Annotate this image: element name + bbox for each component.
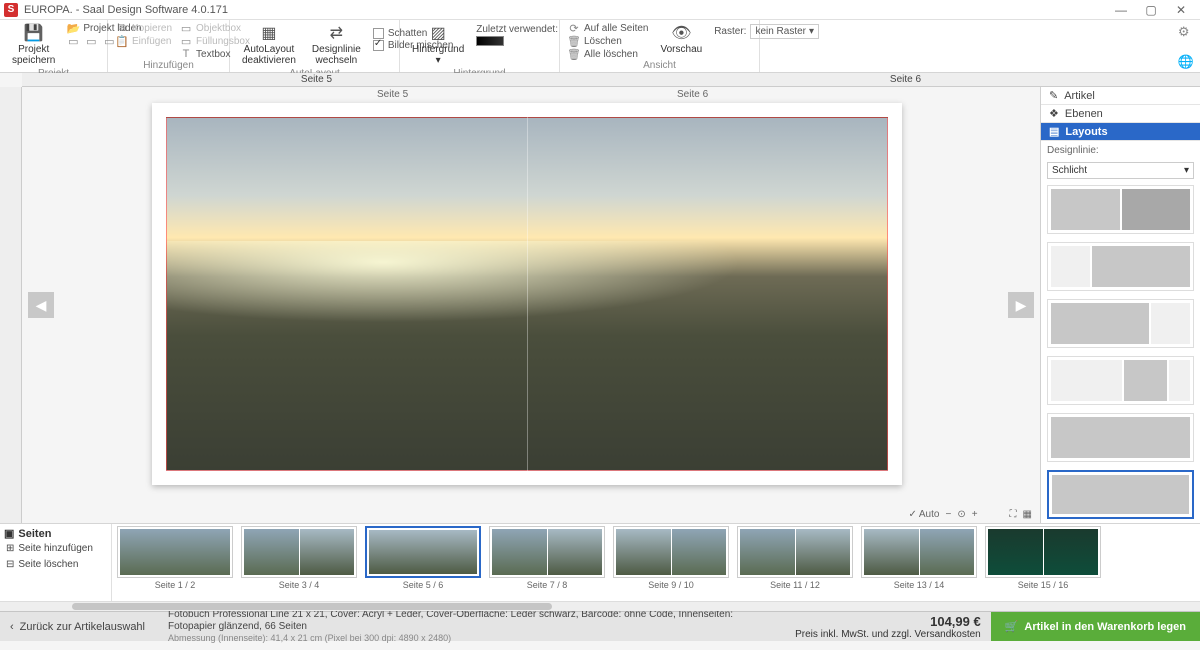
chevron-down-icon: ▾: [809, 26, 814, 37]
layout-option[interactable]: [1047, 413, 1194, 462]
text-icon: T: [180, 48, 192, 60]
title-bar: S EUROPA. - Saal Design Software 4.0.171…: [0, 0, 1200, 20]
refresh-icon: ⟳: [568, 22, 580, 34]
group-add-label: Hinzufügen: [116, 60, 221, 72]
zoom-out-button[interactable]: −: [945, 509, 951, 520]
background-button[interactable]: ▨ Hintergrund ▾: [408, 22, 468, 68]
folder-icon: 📂: [67, 22, 79, 34]
product-description: Fotobuch Professional Line 21 x 21, Cove…: [168, 609, 777, 633]
next-page-button[interactable]: ▶: [1008, 292, 1034, 318]
tab-layouts[interactable]: ▤Layouts: [1041, 123, 1200, 141]
all-pages-button[interactable]: ⟳Auf alle Seiten: [568, 22, 649, 34]
filmstrip-scrollbar[interactable]: [0, 601, 1200, 611]
page-spread[interactable]: Seite 5 Seite 6: [152, 103, 902, 485]
copy-button: ⧉Kopieren: [116, 22, 172, 34]
zoom-fit-button[interactable]: ⊙: [957, 509, 965, 520]
designline-select[interactable]: Schlicht▾: [1047, 162, 1194, 179]
page-thumb[interactable]: Seite 9 / 10: [612, 526, 730, 601]
swap-icon: ⇄: [326, 24, 346, 42]
prev-page-button[interactable]: ◀: [28, 292, 54, 318]
raster-select[interactable]: kein Raster▾: [750, 24, 819, 39]
add-page-button[interactable]: ⊞Seite hinzufügen: [4, 541, 107, 556]
auto-zoom-toggle[interactable]: ✓ Auto: [909, 509, 940, 520]
footer-bar: ‹Zurück zur Artikelauswahl Fotobuch Prof…: [0, 611, 1200, 641]
layout-list[interactable]: [1041, 181, 1200, 523]
settings-gear-icon[interactable]: ⚙: [1178, 24, 1194, 40]
grid-view-button[interactable]: ▦: [1023, 509, 1032, 520]
wand-icon: ✎: [1049, 89, 1058, 102]
spread-fold-line: [527, 103, 528, 485]
price-note: Preis inkl. MwSt. und zzgl. Versandkoste…: [795, 629, 981, 640]
zoom-in-button[interactable]: +: [972, 509, 978, 520]
close-button[interactable]: ✕: [1166, 1, 1196, 19]
chevron-left-icon: ‹: [10, 621, 14, 633]
save-icon: 💾: [24, 24, 44, 42]
raster-label: Raster: kein Raster▾: [714, 24, 819, 39]
back-to-articles-button[interactable]: ‹Zurück zur Artikelauswahl: [0, 621, 160, 633]
product-dimensions: Abmessung (Innenseite): 41,4 x 21 cm (Pi…: [168, 633, 777, 644]
group-view-label: Ansicht: [568, 60, 751, 72]
background-icon: ▨: [428, 24, 448, 42]
add-to-cart-button[interactable]: 🛒Artikel in den Warenkorb legen: [991, 612, 1200, 641]
add-page-icon: ⊞: [6, 543, 14, 554]
pages-icon: ▣: [4, 527, 14, 540]
page-thumb[interactable]: Seite 11 / 12: [736, 526, 854, 601]
paste-button: 📋Einfügen: [116, 35, 172, 47]
ribbon-toolbar: ⚙ 🌐 💾 Projekt speichern 📂Projekt laden ▭…: [0, 20, 1200, 73]
trash-icon: 🗑: [568, 35, 580, 47]
minimize-button[interactable]: —: [1106, 1, 1136, 19]
tab-artikel[interactable]: ✎Artikel: [1041, 87, 1200, 105]
tab-ebenen[interactable]: ❖Ebenen: [1041, 105, 1200, 123]
page-thumb[interactable]: Seite 3 / 4: [240, 526, 358, 601]
delete-all-button[interactable]: 🗑Alle löschen: [568, 48, 649, 60]
preview-button[interactable]: 👁 Vorschau: [657, 22, 707, 57]
fullscreen-button[interactable]: ⛶: [1010, 509, 1017, 520]
cart-icon: 🛒: [1005, 620, 1019, 633]
paste-icon: 📋: [116, 35, 128, 47]
autolayout-icon: ▦: [259, 24, 279, 42]
page-thumb-selected[interactable]: Seite 5 / 6: [364, 526, 482, 601]
layout-option[interactable]: [1047, 299, 1194, 348]
filmstrip-header: ▣Seiten: [4, 527, 107, 540]
layout-option[interactable]: [1047, 185, 1194, 234]
autolayout-deactivate-button[interactable]: ▦ AutoLayout deaktivieren: [238, 22, 300, 68]
horizontal-ruler: Seite 5 Seite 6: [22, 73, 1200, 87]
layout-option-selected[interactable]: [1047, 470, 1194, 519]
recent-background-swatch[interactable]: [476, 36, 558, 46]
delete-button[interactable]: 🗑Löschen: [568, 35, 649, 47]
window-title: EUROPA. - Saal Design Software 4.0.171: [24, 4, 1106, 16]
eye-icon: 👁: [671, 24, 691, 42]
page-label-left: Seite 5: [301, 74, 332, 85]
layers-icon: ❖: [1049, 107, 1059, 120]
filmstrip: ▣Seiten ⊞Seite hinzufügen ⊟Seite löschen…: [0, 523, 1200, 601]
canvas-area[interactable]: ◀ ▶ Seite 5 Seite 6 ✓ Auto − ⊙ + ⛶ ▦: [22, 87, 1040, 523]
delete-page-icon: ⊟: [6, 559, 14, 570]
page-thumb[interactable]: Seite 13 / 14: [860, 526, 978, 601]
trash-all-icon: 🗑: [568, 48, 580, 60]
chevron-down-icon: ▾: [1184, 165, 1189, 176]
filmstrip-scroll[interactable]: Seite 1 / 2 Seite 3 / 4 Seite 5 / 6 Seit…: [112, 524, 1200, 601]
page-label-right: Seite 6: [890, 74, 921, 85]
app-logo-icon: S: [4, 3, 18, 17]
layouts-icon: ▤: [1049, 125, 1059, 138]
layout-option[interactable]: [1047, 242, 1194, 291]
price-amount: 104,99 €: [795, 614, 981, 629]
maximize-button[interactable]: ▢: [1136, 1, 1166, 19]
globe-icon[interactable]: 🌐: [1178, 54, 1194, 70]
spread-page-right-label: Seite 6: [677, 89, 708, 100]
vertical-ruler: [0, 87, 22, 523]
save-project-button[interactable]: 💾 Projekt speichern: [8, 22, 59, 68]
designline-change-button[interactable]: ⇄ Designlinie wechseln: [308, 22, 365, 68]
delete-page-button[interactable]: ⊟Seite löschen: [4, 557, 107, 572]
page-thumb[interactable]: Seite 7 / 8: [488, 526, 606, 601]
page-thumb[interactable]: Seite 1 / 2: [116, 526, 234, 601]
designline-label: Designlinie:: [1041, 141, 1200, 160]
copy-icon: ⧉: [116, 22, 128, 34]
page-thumb[interactable]: Seite 15 / 16: [984, 526, 1102, 601]
layout-option[interactable]: [1047, 356, 1194, 405]
right-panel: ✎Artikel ❖Ebenen ▤Layouts Designlinie: S…: [1040, 87, 1200, 523]
spread-page-left-label: Seite 5: [377, 89, 408, 100]
recent-background-label: Zuletzt verwendet:: [476, 24, 558, 35]
